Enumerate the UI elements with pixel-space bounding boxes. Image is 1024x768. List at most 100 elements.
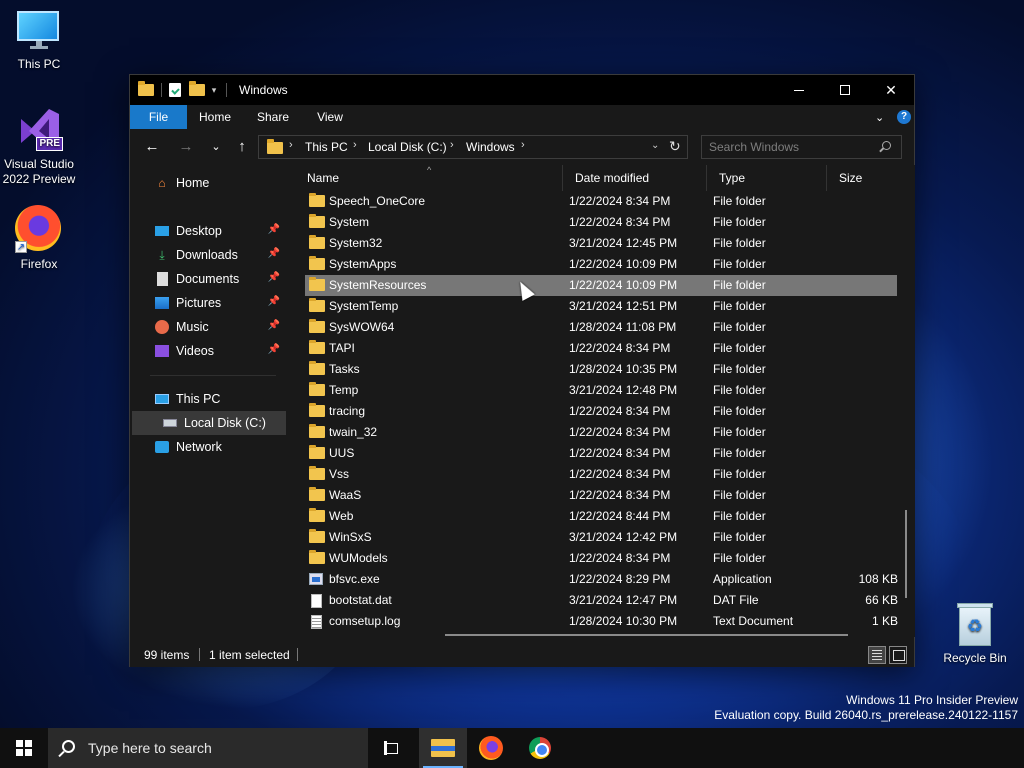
table-row[interactable]: Tasks 1/28/2024 10:35 PM File folder bbox=[305, 359, 897, 380]
tab-share[interactable]: Share bbox=[248, 105, 298, 129]
file-date: 1/22/2024 8:44 PM bbox=[569, 509, 671, 523]
up-button[interactable]: ↑ bbox=[232, 138, 252, 156]
pin-icon[interactable]: 📌 bbox=[268, 320, 280, 331]
application-icon bbox=[309, 573, 323, 585]
table-row[interactable]: WinSxS 3/21/2024 12:42 PM File folder bbox=[305, 527, 897, 548]
chevron-right-icon[interactable]: › bbox=[450, 139, 454, 151]
pin-icon[interactable]: 📌 bbox=[268, 248, 280, 259]
vertical-scrollbar[interactable] bbox=[905, 510, 907, 598]
nav-item-downloads[interactable]: ⤓ Downloads 📌 bbox=[154, 243, 286, 267]
table-row[interactable]: comsetup.log 1/28/2024 10:30 PM Text Docum… bbox=[305, 611, 898, 632]
search-box[interactable] bbox=[701, 135, 902, 159]
file-size: 108 KB bbox=[858, 572, 898, 586]
pin-icon[interactable]: 📌 bbox=[268, 272, 280, 283]
recent-locations-button[interactable]: ⌄ bbox=[206, 138, 226, 156]
chevron-right-icon[interactable]: › bbox=[521, 139, 525, 151]
nav-item-pictures[interactable]: Pictures 📌 bbox=[154, 291, 286, 315]
table-row[interactable]: Temp 3/21/2024 12:48 PM File folder bbox=[305, 380, 897, 401]
nav-item-home[interactable]: ⌂ Home bbox=[154, 171, 308, 195]
pin-icon[interactable]: 📌 bbox=[268, 344, 280, 355]
breadcrumb-windows[interactable]: Windows bbox=[466, 140, 515, 154]
tab-file[interactable]: File bbox=[130, 105, 187, 129]
pre-badge: PRE bbox=[36, 137, 63, 151]
new-folder-icon[interactable] bbox=[189, 81, 205, 96]
file-type: File folder bbox=[713, 215, 766, 229]
nav-item-network[interactable]: Network bbox=[154, 435, 286, 459]
forward-button[interactable]: → bbox=[176, 138, 196, 156]
table-row[interactable]: tracing 1/22/2024 8:34 PM File folder bbox=[305, 401, 897, 422]
customize-toolbar-icon[interactable]: ▾ bbox=[209, 85, 219, 96]
file-type: File folder bbox=[713, 236, 766, 250]
table-row[interactable]: WaaS 1/22/2024 8:34 PM File folder bbox=[305, 485, 897, 506]
windows-logo-icon bbox=[16, 740, 32, 756]
file-name: WinSxS bbox=[329, 530, 372, 544]
taskbar-chrome[interactable] bbox=[516, 728, 564, 768]
help-icon[interactable]: ? bbox=[897, 110, 911, 124]
breadcrumb-this-pc[interactable]: This PC bbox=[305, 140, 348, 154]
large-icons-view-button[interactable] bbox=[889, 646, 907, 664]
refresh-icon[interactable]: ↻ bbox=[669, 138, 681, 155]
taskbar-search-placeholder: Type here to search bbox=[88, 740, 212, 756]
table-row[interactable]: WUModels 1/22/2024 8:34 PM File folder bbox=[305, 548, 897, 569]
nav-item-videos[interactable]: Videos 📌 bbox=[154, 339, 286, 363]
status-bar: 99 items 1 item selected bbox=[130, 643, 914, 667]
nav-item-documents[interactable]: Documents 📌 bbox=[154, 267, 286, 291]
table-row[interactable]: bfsvc.exe 1/22/2024 8:29 PM Application 108… bbox=[305, 569, 898, 590]
desktop-icon-this-pc[interactable]: This PC bbox=[0, 11, 79, 72]
table-row[interactable]: SystemApps 1/22/2024 10:09 PM File folder bbox=[305, 254, 897, 275]
folder-icon bbox=[309, 508, 325, 522]
column-header-type[interactable]: Type bbox=[707, 165, 827, 191]
table-row[interactable]: TAPI 1/22/2024 8:34 PM File folder bbox=[305, 338, 897, 359]
pin-icon[interactable]: 📌 bbox=[268, 296, 280, 307]
table-row[interactable]: Vss 1/22/2024 8:34 PM File folder bbox=[305, 464, 897, 485]
column-header-size[interactable]: Size bbox=[827, 165, 915, 191]
title-bar[interactable]: ▾ Windows ✕ bbox=[130, 75, 914, 105]
file-name: SystemTemp bbox=[329, 299, 399, 313]
chevron-right-icon: › bbox=[289, 139, 293, 151]
nav-item-music[interactable]: Music 📌 bbox=[154, 315, 286, 339]
details-view-button[interactable] bbox=[868, 646, 886, 664]
nav-item-desktop[interactable]: Desktop 📌 bbox=[154, 219, 286, 243]
tab-view[interactable]: View bbox=[305, 105, 355, 129]
column-header-date[interactable]: Date modified bbox=[563, 165, 707, 191]
pin-icon[interactable]: 📌 bbox=[268, 224, 280, 235]
properties-icon[interactable] bbox=[169, 83, 181, 97]
breadcrumb-local-disk[interactable]: Local Disk (C:) bbox=[368, 140, 447, 154]
expand-ribbon-icon[interactable]: ⌄ bbox=[875, 111, 884, 124]
maximize-button[interactable] bbox=[822, 75, 868, 105]
taskbar-firefox[interactable] bbox=[467, 728, 515, 768]
back-button[interactable]: ← bbox=[142, 138, 162, 156]
table-row[interactable]: System 1/22/2024 8:34 PM File folder bbox=[305, 212, 897, 233]
horizontal-scrollbar[interactable] bbox=[445, 634, 848, 636]
address-bar[interactable]: › This PC › Local Disk (C:) › Windows › … bbox=[258, 135, 688, 159]
table-row[interactable]: bootstat.dat 3/21/2024 12:47 PM DAT File 66… bbox=[305, 590, 898, 611]
table-row[interactable]: UUS 1/22/2024 8:34 PM File folder bbox=[305, 443, 897, 464]
taskbar-file-explorer[interactable] bbox=[419, 728, 467, 768]
chevron-right-icon[interactable]: › bbox=[353, 139, 357, 151]
start-button[interactable] bbox=[0, 728, 48, 768]
desktop-icon-firefox[interactable]: ↗ Firefox bbox=[0, 205, 79, 272]
task-view-button[interactable] bbox=[368, 728, 416, 768]
table-row[interactable]: Web 1/22/2024 8:44 PM File folder bbox=[305, 506, 897, 527]
nav-item-this-pc[interactable]: This PC bbox=[154, 387, 286, 411]
table-row[interactable]: SysWOW64 1/28/2024 11:08 PM File folder bbox=[305, 317, 897, 338]
taskbar-search-box[interactable]: Type here to search bbox=[48, 728, 368, 768]
desktop-icon-recycle-bin[interactable]: ♻ Recycle Bin bbox=[935, 603, 1015, 666]
desktop-icon-visual-studio[interactable]: PRE Visual Studio 2022 Preview bbox=[0, 105, 79, 187]
table-row[interactable]: System32 3/21/2024 12:45 PM File folder bbox=[305, 233, 897, 254]
tab-home[interactable]: Home bbox=[190, 105, 240, 129]
nav-item-local-disk[interactable]: Local Disk (C:) bbox=[132, 411, 286, 435]
table-row[interactable]: twain_32 1/22/2024 8:34 PM File folder bbox=[305, 422, 897, 443]
table-row[interactable]: SystemTemp 3/21/2024 12:51 PM File folder bbox=[305, 296, 897, 317]
minimize-button[interactable] bbox=[776, 75, 822, 105]
column-header-name[interactable]: Name ^ bbox=[295, 165, 563, 191]
separator bbox=[297, 648, 298, 661]
close-button[interactable]: ✕ bbox=[868, 75, 914, 105]
table-row[interactable]: SystemResources 1/22/2024 10:09 PM File fo… bbox=[305, 275, 897, 296]
file-name: TAPI bbox=[329, 341, 355, 355]
address-dropdown-icon[interactable]: ⌄ bbox=[651, 140, 659, 151]
search-input[interactable] bbox=[709, 140, 869, 154]
file-date: 1/22/2024 8:29 PM bbox=[569, 572, 671, 586]
table-row[interactable]: Speech_OneCore 1/22/2024 8:34 PM File fold… bbox=[305, 191, 897, 212]
file-explorer-window: ▾ Windows ✕ File Home Share View ⌄ ? ← →… bbox=[129, 74, 915, 667]
